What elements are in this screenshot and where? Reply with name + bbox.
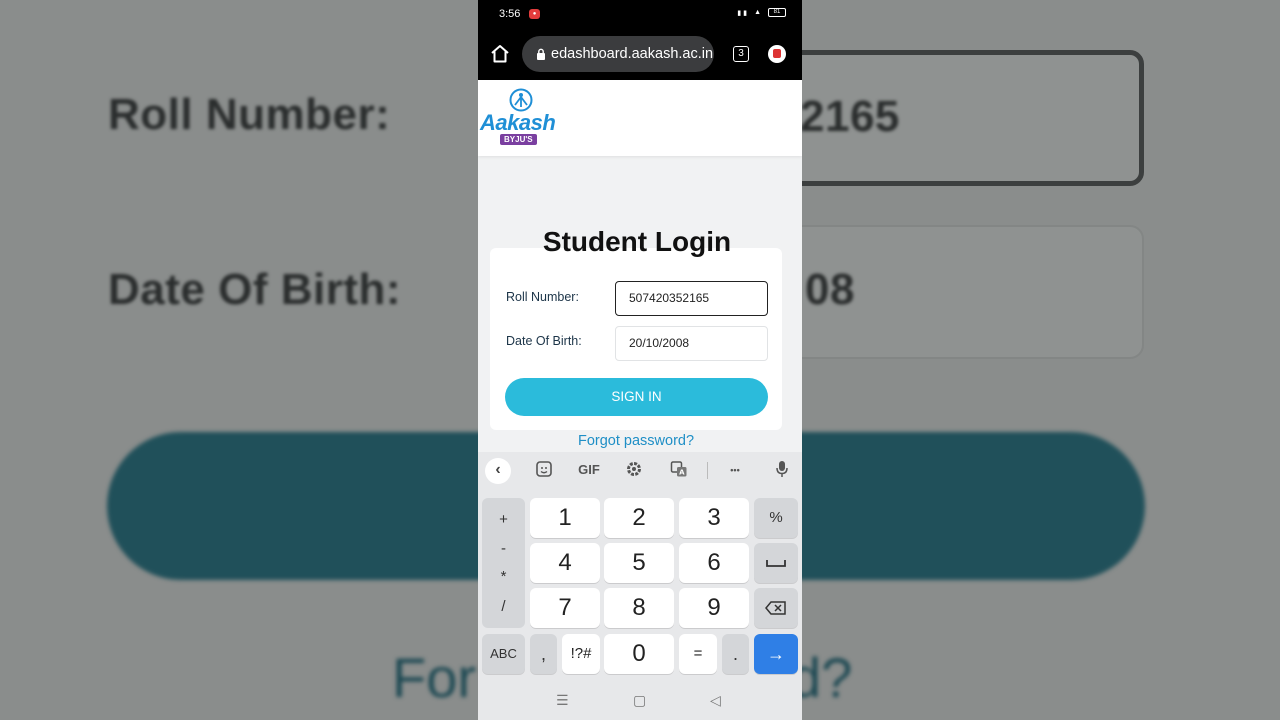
percent-key[interactable]: %	[754, 498, 798, 538]
forgot-password-link[interactable]: Forgot password?	[478, 433, 794, 449]
wifi-icon: ▲	[754, 9, 763, 16]
chevron-left-icon[interactable]: ‹	[485, 458, 511, 484]
key-8[interactable]: 8	[604, 588, 674, 628]
phone-screen: 3:56 ● ▮▮ ▲ 81 edashboard.aakash.ac.in 3…	[478, 0, 802, 720]
browser-url-bar: edashboard.aakash.ac.in 3	[478, 30, 802, 80]
key-9[interactable]: 9	[679, 588, 749, 628]
numeric-keyboard: ‹ GIF A ••• + - * / 1 2 3 % 4 5 6 7 8 9 …	[478, 452, 802, 680]
dob-input[interactable]: 20/10/2008	[615, 326, 768, 361]
recents-icon[interactable]: ☰	[556, 692, 569, 709]
aakash-logo-emblem	[509, 88, 533, 112]
login-page: Roll Number: 507420352165 Date Of Birth:…	[478, 156, 802, 452]
sticker-icon[interactable]	[534, 460, 554, 480]
login-card: Roll Number: 507420352165 Date Of Birth:…	[490, 248, 782, 430]
address-bar[interactable]: edashboard.aakash.ac.in	[522, 36, 714, 72]
dob-label: Date Of Birth:	[506, 334, 582, 348]
symbols-key[interactable]: !?#	[562, 634, 600, 674]
key-4[interactable]: 4	[530, 543, 600, 583]
symbol-column: + - * /	[482, 498, 525, 628]
key-3[interactable]: 3	[679, 498, 749, 538]
status-time: 3:56	[499, 8, 521, 20]
system-nav-bar: ☰ ▢ ◁	[478, 680, 802, 720]
tabs-count-button[interactable]: 3	[733, 46, 749, 62]
comma-key[interactable]: ,	[530, 634, 557, 674]
abc-key[interactable]: ABC	[482, 634, 525, 674]
key-0[interactable]: 0	[604, 634, 674, 674]
backdrop-dob-label: Date Of Birth:	[108, 265, 401, 314]
space-key[interactable]	[754, 543, 798, 583]
url-text: edashboard.aakash.ac.in	[551, 46, 714, 62]
plus-key[interactable]: +	[482, 511, 525, 528]
divide-key[interactable]: /	[482, 598, 525, 615]
key-1[interactable]: 1	[530, 498, 600, 538]
toolbar-divider	[707, 462, 708, 479]
svg-text:A: A	[679, 469, 685, 477]
backspace-icon[interactable]	[754, 588, 798, 628]
key-5[interactable]: 5	[604, 543, 674, 583]
translate-icon[interactable]: A	[669, 460, 689, 480]
key-7[interactable]: 7	[530, 588, 600, 628]
battery-icon: 81	[768, 8, 786, 17]
status-icons: ▮▮ ▲ 81	[737, 8, 786, 17]
backdrop-roll-label: Roll Number:	[108, 90, 391, 139]
backdrop-dob-value: 08	[805, 265, 855, 314]
status-bar: 3:56 ● ▮▮ ▲ 81	[478, 0, 802, 30]
recording-icon: ●	[529, 9, 540, 19]
period-key[interactable]: .	[722, 634, 749, 674]
signal-icon: ▮▮	[737, 9, 750, 17]
gif-button[interactable]: GIF	[575, 460, 603, 480]
more-icon[interactable]: •••	[724, 460, 746, 480]
sign-in-button[interactable]: SIGN IN	[505, 378, 768, 416]
browser-menu-icon[interactable]	[768, 45, 786, 63]
enter-key[interactable]: →	[754, 634, 798, 674]
microphone-icon[interactable]	[772, 460, 792, 480]
roll-number-label: Roll Number:	[506, 290, 579, 304]
byjus-badge: BYJU'S	[500, 134, 537, 145]
backdrop-roll-value: 2165	[800, 92, 900, 141]
gear-icon[interactable]	[624, 460, 644, 480]
back-icon[interactable]: ◁	[710, 692, 721, 709]
site-header: Aakash BYJU'S	[478, 80, 802, 156]
home-nav-icon[interactable]: ▢	[633, 692, 646, 709]
key-2[interactable]: 2	[604, 498, 674, 538]
keyboard-toolbar: ‹ GIF A •••	[478, 452, 802, 489]
key-6[interactable]: 6	[679, 543, 749, 583]
home-icon[interactable]	[490, 44, 510, 64]
page-title: Student Login	[542, 226, 732, 257]
lock-icon	[537, 48, 545, 60]
roll-number-input[interactable]: 507420352165	[615, 281, 768, 316]
minus-key[interactable]: -	[482, 540, 525, 557]
multiply-key[interactable]: *	[482, 568, 525, 585]
equals-key[interactable]: =	[679, 634, 717, 674]
aakash-logo: Aakash	[480, 110, 556, 135]
backdrop-forgot-left: For	[392, 646, 476, 709]
